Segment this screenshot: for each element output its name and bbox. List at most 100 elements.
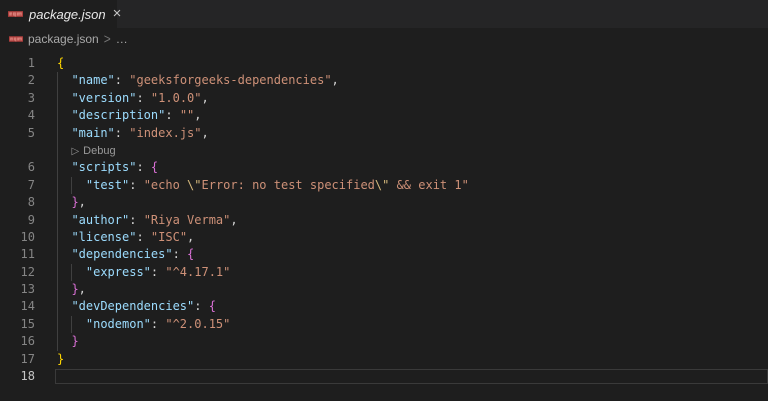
line-content[interactable] [48,368,768,385]
code-line[interactable]: 6"scripts": { [0,159,768,176]
code-token-key: "express" [86,265,151,279]
code-line[interactable]: 5"main": "index.js", [0,125,768,142]
tab-package-json[interactable]: package.json × [0,0,117,28]
code-line[interactable]: 14"devDependencies": { [0,298,768,315]
code-line[interactable]: 15"nodemon": "^2.0.15" [0,316,768,333]
code-token-b1: } [71,334,78,348]
code-token-key: "devDependencies" [71,299,194,313]
code-token-str: && exit 1" [389,178,468,192]
code-token-punct: : [136,230,150,244]
code-line[interactable]: 3"version": "1.0.0", [0,90,768,107]
line-content[interactable]: "dependencies": { [48,246,768,263]
code-token-punct: , [79,195,86,209]
line-number[interactable]: 10 [0,229,48,246]
line-number[interactable]: 1 [0,55,48,72]
line-content[interactable]: "nodemon": "^2.0.15" [48,316,768,333]
line-number[interactable]: 2 [0,72,48,89]
line-number[interactable]: 9 [0,212,48,229]
line-number[interactable]: 5 [0,125,48,142]
line-content[interactable]: "license": "ISC", [48,229,768,246]
code-line[interactable]: 9"author": "Riya Verma", [0,212,768,229]
breadcrumb-item-file[interactable]: package.json [28,32,99,46]
code-line[interactable]: 8}, [0,194,768,211]
indent-guide [57,194,71,211]
code-line[interactable]: 10"license": "ISC", [0,229,768,246]
code-line[interactable]: 11"dependencies": { [0,246,768,263]
breadcrumb-item-more[interactable]: … [116,32,129,46]
code-editor[interactable]: 1{2"name": "geeksforgeeks-dependencies",… [0,49,768,385]
line-number[interactable]: 16 [0,333,48,350]
codelens-line[interactable]: ▷Debug [0,142,768,159]
indent-guide [57,142,71,159]
code-line[interactable]: 13}, [0,281,768,298]
code-line[interactable]: 16} [0,333,768,350]
line-number[interactable]: 3 [0,90,48,107]
code-token-punct: , [194,108,201,122]
code-token-str: "index.js" [129,126,201,140]
code-line[interactable]: 12"express": "^4.17.1" [0,264,768,281]
line-content[interactable]: }, [48,194,768,211]
indent-guide [57,246,71,263]
indent-guide [71,177,85,194]
line-number[interactable]: 14 [0,298,48,315]
code-token-punct: : [115,73,129,87]
code-token-key: "nodemon" [86,317,151,331]
code-token-esc: \" [187,178,201,192]
code-token-punct: : [136,160,150,174]
line-content[interactable]: "scripts": { [48,159,768,176]
line-number[interactable]: 7 [0,177,48,194]
code-line[interactable]: 2"name": "geeksforgeeks-dependencies", [0,72,768,89]
line-number[interactable]: 11 [0,246,48,263]
code-token-key: "description" [71,108,165,122]
line-content[interactable]: }, [48,281,768,298]
line-content[interactable]: "name": "geeksforgeeks-dependencies", [48,72,768,89]
npm-file-icon [8,10,23,18]
line-number[interactable]: 18 [0,368,48,385]
code-token-punct: : [165,108,179,122]
code-line[interactable]: 18 [0,368,768,385]
code-line[interactable]: 4"description": "", [0,107,768,124]
line-content[interactable]: "express": "^4.17.1" [48,264,768,281]
debug-codelens[interactable]: ▷Debug [71,145,115,157]
line-content[interactable]: "author": "Riya Verma", [48,212,768,229]
line-number[interactable]: 17 [0,351,48,368]
code-token-esc: \" [375,178,389,192]
code-token-punct: , [79,282,86,296]
line-content[interactable]: "description": "", [48,107,768,124]
line-content[interactable]: "devDependencies": { [48,298,768,315]
line-content[interactable]: "main": "index.js", [48,125,768,142]
line-content[interactable]: } [48,351,768,368]
code-token-punct: : [151,265,165,279]
indent-guide [57,281,71,298]
code-token-str: "" [180,108,194,122]
code-line[interactable]: 1{ [0,55,768,72]
line-number[interactable]: 13 [0,281,48,298]
tab-bar: package.json × [0,0,768,28]
code-token-key: "name" [71,73,114,87]
code-token-punct: : [151,317,165,331]
code-token-key: "scripts" [71,160,136,174]
code-token-str: "ISC" [151,230,187,244]
indent-guide [57,264,71,281]
line-content[interactable]: } [48,333,768,350]
code-line[interactable]: 7"test": "echo \"Error: no test specifie… [0,177,768,194]
line-content[interactable]: "test": "echo \"Error: no test specified… [48,177,768,194]
close-icon[interactable]: × [112,7,123,21]
code-token-punct: , [202,126,209,140]
indent-guide [71,264,85,281]
line-number[interactable]: 15 [0,316,48,333]
line-number[interactable]: 6 [0,159,48,176]
code-token-punct: : [115,126,129,140]
line-number[interactable]: 12 [0,264,48,281]
line-content[interactable]: { [48,55,768,72]
indent-guide [57,229,71,246]
current-line-highlight [55,369,768,384]
code-token-punct: : [173,247,187,261]
editor-window: package.json × package.json > … 1{2"name… [0,0,768,385]
code-token-b0: } [57,352,64,366]
line-number[interactable]: 4 [0,107,48,124]
line-content[interactable]: "version": "1.0.0", [48,90,768,107]
line-content[interactable]: ▷Debug [48,142,768,159]
line-number[interactable]: 8 [0,194,48,211]
code-line[interactable]: 17} [0,351,768,368]
